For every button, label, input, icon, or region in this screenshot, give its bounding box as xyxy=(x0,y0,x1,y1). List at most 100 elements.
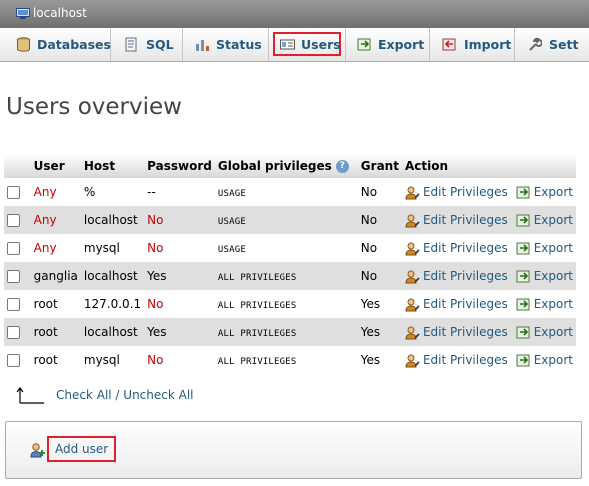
edit-privileges-icon xyxy=(405,354,420,367)
row-checkbox-cell xyxy=(4,206,31,234)
row-checkbox-cell xyxy=(4,318,31,346)
edit-privileges-link[interactable]: Edit Privileges xyxy=(405,213,508,227)
cell-grant: No xyxy=(357,262,402,290)
header-label: Global privileges xyxy=(217,159,332,173)
export-link[interactable]: Export xyxy=(516,269,573,283)
table-row: root localhost Yes ALL PRIVILEGES Yes Edit Pr… xyxy=(4,318,576,346)
cell-host: localhost xyxy=(80,262,145,290)
privileges-value: ALL PRIVILEGES xyxy=(217,273,297,283)
row-checkbox[interactable] xyxy=(7,242,20,255)
password-value: No xyxy=(147,213,164,227)
edit-privileges-link[interactable]: Edit Privileges xyxy=(405,297,508,311)
cell-privileges: ALL PRIVILEGES xyxy=(215,346,358,374)
row-checkbox[interactable] xyxy=(7,186,20,199)
edit-privileges-icon xyxy=(405,186,420,199)
export-icon xyxy=(516,326,530,338)
tab-label: Users xyxy=(301,37,341,52)
edit-privileges-link[interactable]: Edit Privileges xyxy=(405,269,508,283)
cell-user: Any xyxy=(30,206,81,234)
row-checkbox-cell xyxy=(4,262,31,290)
wrench-icon xyxy=(529,37,542,51)
import-icon xyxy=(442,38,456,51)
privileges-value: ALL PRIVILEGES xyxy=(217,301,297,311)
edit-privileges-label: Edit Privileges xyxy=(422,240,508,255)
cell-action: Edit Privileges Export xyxy=(401,206,576,234)
privileges-value: ALL PRIVILEGES xyxy=(217,329,297,339)
table-row: root mysql No ALL PRIVILEGES Yes Edit Privile… xyxy=(4,346,576,374)
password-value: Yes xyxy=(147,269,167,283)
export-link[interactable]: Export xyxy=(516,241,573,255)
user-value: ganglia xyxy=(33,269,78,283)
row-checkbox-cell xyxy=(4,290,31,318)
tab-export[interactable]: Export xyxy=(346,28,430,61)
export-link[interactable]: Export xyxy=(516,353,573,367)
add-user-link[interactable]: Add user xyxy=(47,436,117,462)
user-value: Any xyxy=(33,185,57,199)
table-row: Any localhost No USAGE No Edit Privileges Expo… xyxy=(4,206,576,234)
edit-privileges-label: Edit Privileges xyxy=(422,296,508,311)
edit-privileges-icon xyxy=(405,214,420,227)
server-titlebar: localhost xyxy=(0,0,589,28)
export-label: Export xyxy=(533,268,573,283)
export-link[interactable]: Export xyxy=(516,213,573,227)
user-value: root xyxy=(33,353,58,367)
export-link[interactable]: Export xyxy=(516,185,573,199)
row-checkbox[interactable] xyxy=(7,270,20,283)
edit-privileges-link[interactable]: Edit Privileges xyxy=(405,241,508,255)
tab-status[interactable]: Status xyxy=(183,28,269,61)
cell-grant: Yes xyxy=(360,297,381,311)
add-user-fieldset: Add user xyxy=(5,421,582,479)
row-checkbox-cell xyxy=(4,178,31,206)
page-title: Users overview xyxy=(6,94,182,120)
cell-host: 127.0.0.1 xyxy=(83,297,142,311)
cell-privileges: ALL PRIVILEGES xyxy=(214,318,358,346)
tab-users[interactable]: Users xyxy=(269,28,346,61)
export-label: Export xyxy=(533,296,573,311)
cell-action: Edit Privileges Export xyxy=(402,178,576,206)
header-action: Action xyxy=(401,154,576,178)
export-link[interactable]: Export xyxy=(516,297,573,311)
cell-password: Yes xyxy=(144,262,215,290)
tab-databases[interactable]: Databases xyxy=(0,28,111,61)
row-checkbox[interactable] xyxy=(7,298,20,311)
tab-settings[interactable]: Sett xyxy=(515,28,589,61)
edit-privileges-link[interactable]: Edit Privileges xyxy=(405,353,508,367)
export-link[interactable]: Export xyxy=(516,325,573,339)
cell-privileges: ALL PRIVILEGES xyxy=(215,290,358,318)
check-all-link[interactable]: Check All xyxy=(56,388,112,402)
cell-grant: No xyxy=(360,241,378,255)
cell-privileges: USAGE xyxy=(214,206,358,234)
uncheck-all-link[interactable]: Uncheck All xyxy=(123,388,193,402)
cell-host: mysql xyxy=(83,241,120,255)
header-password: Password xyxy=(144,154,215,178)
tab-label: Import xyxy=(464,37,512,52)
edit-privileges-link[interactable]: Edit Privileges xyxy=(405,325,508,339)
users-icon xyxy=(280,39,295,50)
user-value: Any xyxy=(33,241,57,255)
arrow-up-icon xyxy=(16,387,44,404)
export-icon xyxy=(516,298,530,310)
tab-sql[interactable]: SQL xyxy=(111,28,183,61)
edit-privileges-link[interactable]: Edit Privileges xyxy=(405,185,508,199)
help-icon[interactable]: ? xyxy=(335,160,349,173)
header-host: Host xyxy=(80,154,145,178)
edit-privileges-icon xyxy=(405,270,420,283)
row-checkbox[interactable] xyxy=(7,354,20,367)
privileges-value: USAGE xyxy=(217,245,246,255)
header-global-privileges: Global privileges? xyxy=(214,154,358,178)
sql-icon xyxy=(125,37,137,52)
edit-privileges-label: Edit Privileges xyxy=(422,324,508,339)
edit-privileges-label: Edit Privileges xyxy=(422,352,508,367)
tab-import[interactable]: Import xyxy=(430,28,515,61)
server-icon xyxy=(16,8,30,19)
export-icon xyxy=(516,270,530,282)
tab-label: Sett xyxy=(549,37,579,52)
user-value: Any xyxy=(33,213,57,227)
row-checkbox[interactable] xyxy=(7,214,20,227)
export-label: Export xyxy=(533,184,573,199)
cell-host: localhost xyxy=(80,206,145,234)
cell-password: No xyxy=(144,206,215,234)
server-label[interactable]: localhost xyxy=(33,6,87,20)
export-icon xyxy=(516,214,530,226)
row-checkbox[interactable] xyxy=(7,326,20,339)
